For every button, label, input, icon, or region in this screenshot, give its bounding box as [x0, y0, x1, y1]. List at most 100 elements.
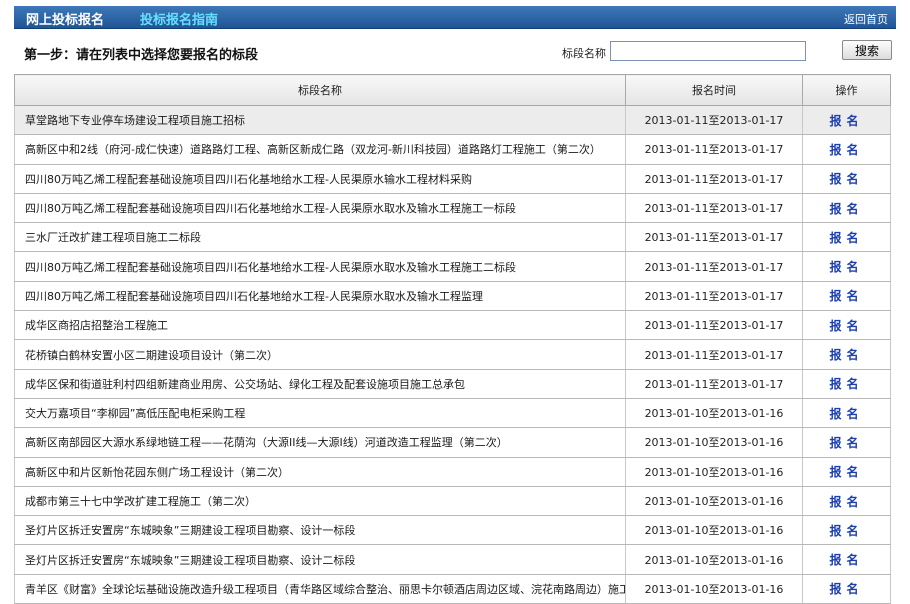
tender-name: 高新区中和片区新怡花园东侧广场工程设计（第二次）: [14, 457, 626, 487]
signup-cell: 报名: [802, 486, 891, 517]
signup-cell: 报名: [802, 222, 891, 253]
signup-period: 2013-01-10至2013-01-16: [625, 574, 803, 604]
tender-name: 四川80万吨乙烯工程配套基础设施项目四川石化基地给水工程-人民渠原水输水工程材料…: [14, 164, 626, 194]
signup-cell: 报名: [802, 281, 891, 312]
signup-link[interactable]: 报名: [829, 465, 863, 479]
signup-cell: 报名: [802, 369, 891, 399]
table-row[interactable]: 高新区南部园区大源水系绿地链工程——花荫沟（大源II线—大源I线）河道改造工程监…: [14, 427, 891, 458]
signup-link[interactable]: 报名: [829, 436, 863, 450]
signup-cell: 报名: [802, 574, 891, 604]
signup-period: 2013-01-10至2013-01-16: [625, 486, 803, 517]
app-title: 网上投标报名: [26, 13, 105, 28]
signup-period: 2013-01-11至2013-01-17: [625, 251, 803, 282]
table-row[interactable]: 成华区商招店招整治工程施工 2013-01-11至2013-01-17 报名: [14, 310, 891, 341]
table-row[interactable]: 高新区中和2线（府河-成仁快速）道路路灯工程、高新区新成仁路（双龙河-新川科技园…: [14, 134, 891, 165]
table-row[interactable]: 圣灯片区拆迁安置房“东城映象”三期建设工程项目勘察、设计一标段 2013-01-1…: [14, 515, 891, 546]
signup-link[interactable]: 报名: [829, 377, 863, 391]
signup-cell: 报名: [802, 251, 891, 282]
signup-cell: 报名: [802, 457, 891, 487]
home-link[interactable]: 返回首页: [844, 11, 888, 27]
signup-period: 2013-01-11至2013-01-17: [625, 222, 803, 253]
signup-period: 2013-01-11至2013-01-17: [625, 369, 803, 399]
step-bar: 第一步：请在列表中选择您要报名的标段 标段名称 搜索: [14, 34, 896, 68]
signup-link[interactable]: 报名: [829, 553, 863, 567]
table-row[interactable]: 三水厂迁改扩建工程项目施工二标段 2013-01-11至2013-01-17 报名: [14, 222, 891, 253]
tender-name: 四川80万吨乙烯工程配套基础设施项目四川石化基地给水工程-人民渠原水取水及输水工…: [14, 251, 626, 282]
signup-link[interactable]: 报名: [829, 114, 863, 128]
top-header-bar: 网上投标报名 投标报名指南 返回首页: [14, 6, 896, 29]
tender-name: 草堂路地下专业停车场建设工程项目施工招标: [14, 105, 626, 136]
table-row[interactable]: 花桥镇白鹤林安置小区二期建设项目设计（第二次） 2013-01-11至2013-0…: [14, 339, 891, 370]
table-row[interactable]: 青羊区《财富》全球论坛基础设施改造升级工程项目（青华路区域综合整治、丽思卡尔顿酒…: [14, 574, 891, 604]
signup-period: 2013-01-11至2013-01-17: [625, 134, 803, 165]
signup-link[interactable]: 报名: [829, 348, 863, 362]
step-label: 第一步：请在列表中选择您要报名的标段: [24, 48, 259, 63]
guide-link[interactable]: 投标报名指南: [140, 9, 218, 28]
tender-name: 花桥镇白鹤林安置小区二期建设项目设计（第二次）: [14, 339, 626, 370]
signup-period: 2013-01-10至2013-01-16: [625, 457, 803, 487]
signup-link[interactable]: 报名: [829, 172, 863, 186]
table-header-row: 标段名称 报名时间 操作: [14, 74, 891, 106]
table-body: 草堂路地下专业停车场建设工程项目施工招标 2013-01-11至2013-01-1…: [14, 105, 891, 604]
signup-period: 2013-01-10至2013-01-16: [625, 427, 803, 458]
signup-link[interactable]: 报名: [829, 319, 863, 333]
table-row[interactable]: 四川80万吨乙烯工程配套基础设施项目四川石化基地给水工程-人民渠原水取水及输水工…: [14, 193, 891, 224]
signup-period: 2013-01-11至2013-01-17: [625, 310, 803, 341]
search-label: 标段名称: [562, 47, 606, 60]
signup-cell: 报名: [802, 544, 891, 575]
tender-name: 三水厂迁改扩建工程项目施工二标段: [14, 222, 626, 253]
tender-name: 成华区商招店招整治工程施工: [14, 310, 626, 341]
table-row[interactable]: 高新区中和片区新怡花园东侧广场工程设计（第二次） 2013-01-10至2013-…: [14, 457, 891, 487]
signup-period: 2013-01-11至2013-01-17: [625, 339, 803, 370]
signup-link[interactable]: 报名: [829, 495, 863, 509]
signup-cell: 报名: [802, 193, 891, 224]
signup-cell: 报名: [802, 515, 891, 546]
signup-link[interactable]: 报名: [829, 407, 863, 421]
signup-link[interactable]: 报名: [829, 524, 863, 538]
table-row[interactable]: 四川80万吨乙烯工程配套基础设施项目四川石化基地给水工程-人民渠原水取水及输水工…: [14, 281, 891, 312]
tender-name: 交大万嘉项目“李柳园”高低压配电柜采购工程: [14, 398, 626, 429]
signup-cell: 报名: [802, 105, 891, 136]
tender-name: 成华区保和街道驻利村四组新建商业用房、公交场站、绿化工程及配套设施项目施工总承包: [14, 369, 626, 399]
tender-name: 四川80万吨乙烯工程配套基础设施项目四川石化基地给水工程-人民渠原水取水及输水工…: [14, 281, 626, 312]
signup-period: 2013-01-11至2013-01-17: [625, 164, 803, 194]
column-header-time[interactable]: 报名时间: [625, 74, 803, 106]
signup-link[interactable]: 报名: [829, 143, 863, 157]
table-row[interactable]: 圣灯片区拆迁安置房“东城映象”三期建设工程项目勘察、设计二标段 2013-01-1…: [14, 544, 891, 575]
column-header-action: 操作: [802, 74, 891, 106]
signup-link[interactable]: 报名: [829, 289, 863, 303]
signup-period: 2013-01-11至2013-01-17: [625, 193, 803, 224]
tender-name: 四川80万吨乙烯工程配套基础设施项目四川石化基地给水工程-人民渠原水取水及输水工…: [14, 193, 626, 224]
table-row[interactable]: 四川80万吨乙烯工程配套基础设施项目四川石化基地给水工程-人民渠原水取水及输水工…: [14, 251, 891, 282]
tender-table: 标段名称 报名时间 操作 草堂路地下专业停车场建设工程项目施工招标 2013-01…: [14, 74, 891, 604]
signup-cell: 报名: [802, 310, 891, 341]
signup-period: 2013-01-10至2013-01-16: [625, 398, 803, 429]
table-row[interactable]: 四川80万吨乙烯工程配套基础设施项目四川石化基地给水工程-人民渠原水输水工程材料…: [14, 164, 891, 194]
column-header-name[interactable]: 标段名称: [14, 74, 626, 106]
tender-name: 高新区南部园区大源水系绿地链工程——花荫沟（大源II线—大源I线）河道改造工程监…: [14, 427, 626, 458]
tender-name: 圣灯片区拆迁安置房“东城映象”三期建设工程项目勘察、设计一标段: [14, 515, 626, 546]
signup-cell: 报名: [802, 427, 891, 458]
signup-period: 2013-01-10至2013-01-16: [625, 515, 803, 546]
signup-cell: 报名: [802, 164, 891, 194]
tender-name: 圣灯片区拆迁安置房“东城映象”三期建设工程项目勘察、设计二标段: [14, 544, 626, 575]
signup-cell: 报名: [802, 398, 891, 429]
table-row[interactable]: 草堂路地下专业停车场建设工程项目施工招标 2013-01-11至2013-01-1…: [14, 105, 891, 136]
table-row[interactable]: 交大万嘉项目“李柳园”高低压配电柜采购工程 2013-01-10至2013-01-…: [14, 398, 891, 429]
signup-link[interactable]: 报名: [829, 260, 863, 274]
search-button[interactable]: 搜索: [842, 40, 892, 60]
signup-link[interactable]: 报名: [829, 202, 863, 216]
signup-period: 2013-01-10至2013-01-16: [625, 544, 803, 575]
signup-period: 2013-01-11至2013-01-17: [625, 105, 803, 136]
table-row[interactable]: 成都市第三十七中学改扩建工程施工（第二次） 2013-01-10至2013-01-…: [14, 486, 891, 517]
signup-period: 2013-01-11至2013-01-17: [625, 281, 803, 312]
tender-name: 青羊区《财富》全球论坛基础设施改造升级工程项目（青华路区域综合整治、丽思卡尔顿酒…: [14, 574, 626, 604]
signup-link[interactable]: 报名: [829, 582, 863, 596]
signup-cell: 报名: [802, 134, 891, 165]
signup-cell: 报名: [802, 339, 891, 370]
tender-name: 高新区中和2线（府河-成仁快速）道路路灯工程、高新区新成仁路（双龙河-新川科技园…: [14, 134, 626, 165]
signup-link[interactable]: 报名: [829, 231, 863, 245]
table-row[interactable]: 成华区保和街道驻利村四组新建商业用房、公交场站、绿化工程及配套设施项目施工总承包…: [14, 369, 891, 399]
search-input[interactable]: [610, 41, 806, 61]
tender-name: 成都市第三十七中学改扩建工程施工（第二次）: [14, 486, 626, 517]
